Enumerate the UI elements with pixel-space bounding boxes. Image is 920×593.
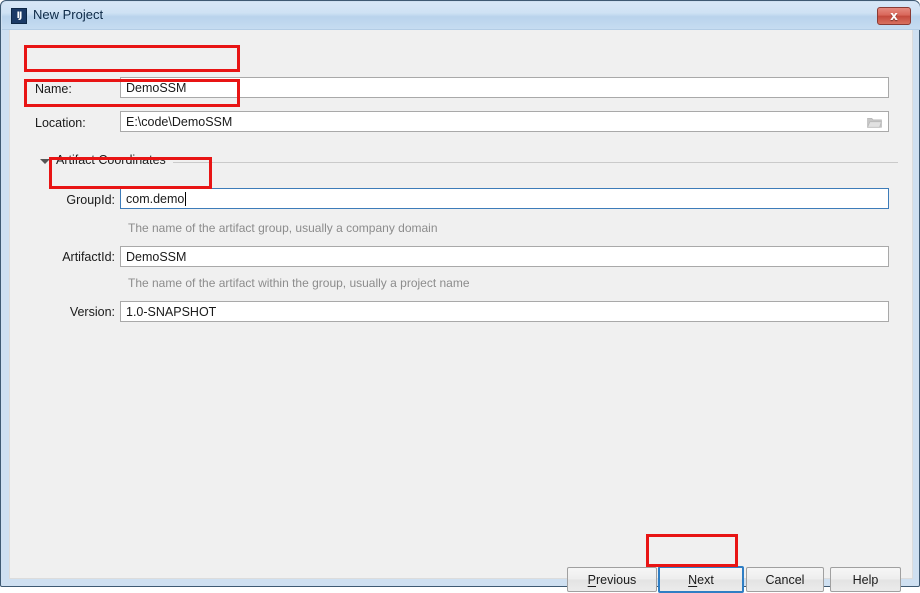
name-input[interactable]: DemoSSM (120, 77, 889, 98)
version-input-value: 1.0-SNAPSHOT (126, 304, 217, 319)
version-label: Version: (69, 305, 115, 319)
previous-button-label: Previous (588, 573, 637, 587)
groupid-input[interactable]: com.demo (120, 188, 889, 209)
artifactid-input-value: DemoSSM (126, 249, 187, 264)
groupid-input-value: com.demo (126, 191, 185, 206)
title-bar[interactable]: IJ New Project x (2, 2, 920, 30)
text-caret (185, 191, 187, 206)
dialog-content: Name: DemoSSM Location: E:\code\DemoSSM … (9, 30, 913, 593)
previous-mnemonic: P (587, 572, 597, 587)
next-button-label: Next (688, 573, 714, 587)
new-project-dialog: IJ New Project x Name: DemoSSM Location:… (0, 0, 920, 593)
artifact-coordinates-label: Artifact Coordinates (56, 153, 166, 167)
name-input-value: DemoSSM (126, 80, 187, 95)
help-button[interactable]: Help (830, 567, 901, 592)
cancel-button-label: Cancel (765, 572, 805, 587)
folder-icon[interactable] (867, 116, 882, 128)
artifactid-input[interactable]: DemoSSM (120, 246, 889, 267)
next-rest: ext (697, 572, 714, 587)
next-mnemonic: N (688, 572, 698, 587)
section-divider (173, 162, 898, 163)
groupid-helper-text: The name of the artifact group, usually … (128, 221, 438, 235)
next-button[interactable]: Next (658, 566, 744, 593)
window-title: New Project (33, 7, 104, 22)
chevron-down-icon[interactable] (40, 159, 50, 164)
close-button[interactable]: x (877, 7, 911, 25)
location-label: Location: (35, 116, 86, 130)
previous-button[interactable]: Previous (567, 567, 657, 592)
app-icon-glyph: IJ (16, 10, 23, 21)
help-button-label: Help (852, 572, 879, 587)
artifactid-label: ArtifactId: (62, 250, 115, 264)
location-input[interactable]: E:\code\DemoSSM (120, 111, 889, 132)
close-icon: x (890, 9, 898, 23)
name-label: Name: (35, 82, 72, 96)
groupid-label: GroupId: (66, 193, 115, 207)
version-input[interactable]: 1.0-SNAPSHOT (120, 301, 889, 322)
previous-rest: revious (596, 572, 637, 587)
location-input-value: E:\code\DemoSSM (126, 114, 233, 129)
artifact-coordinates-section-header[interactable]: Artifact Coordinates (40, 153, 898, 172)
intellij-idea-icon: IJ (11, 8, 27, 24)
cancel-button[interactable]: Cancel (746, 567, 824, 592)
artifactid-helper-text: The name of the artifact within the grou… (128, 276, 470, 290)
